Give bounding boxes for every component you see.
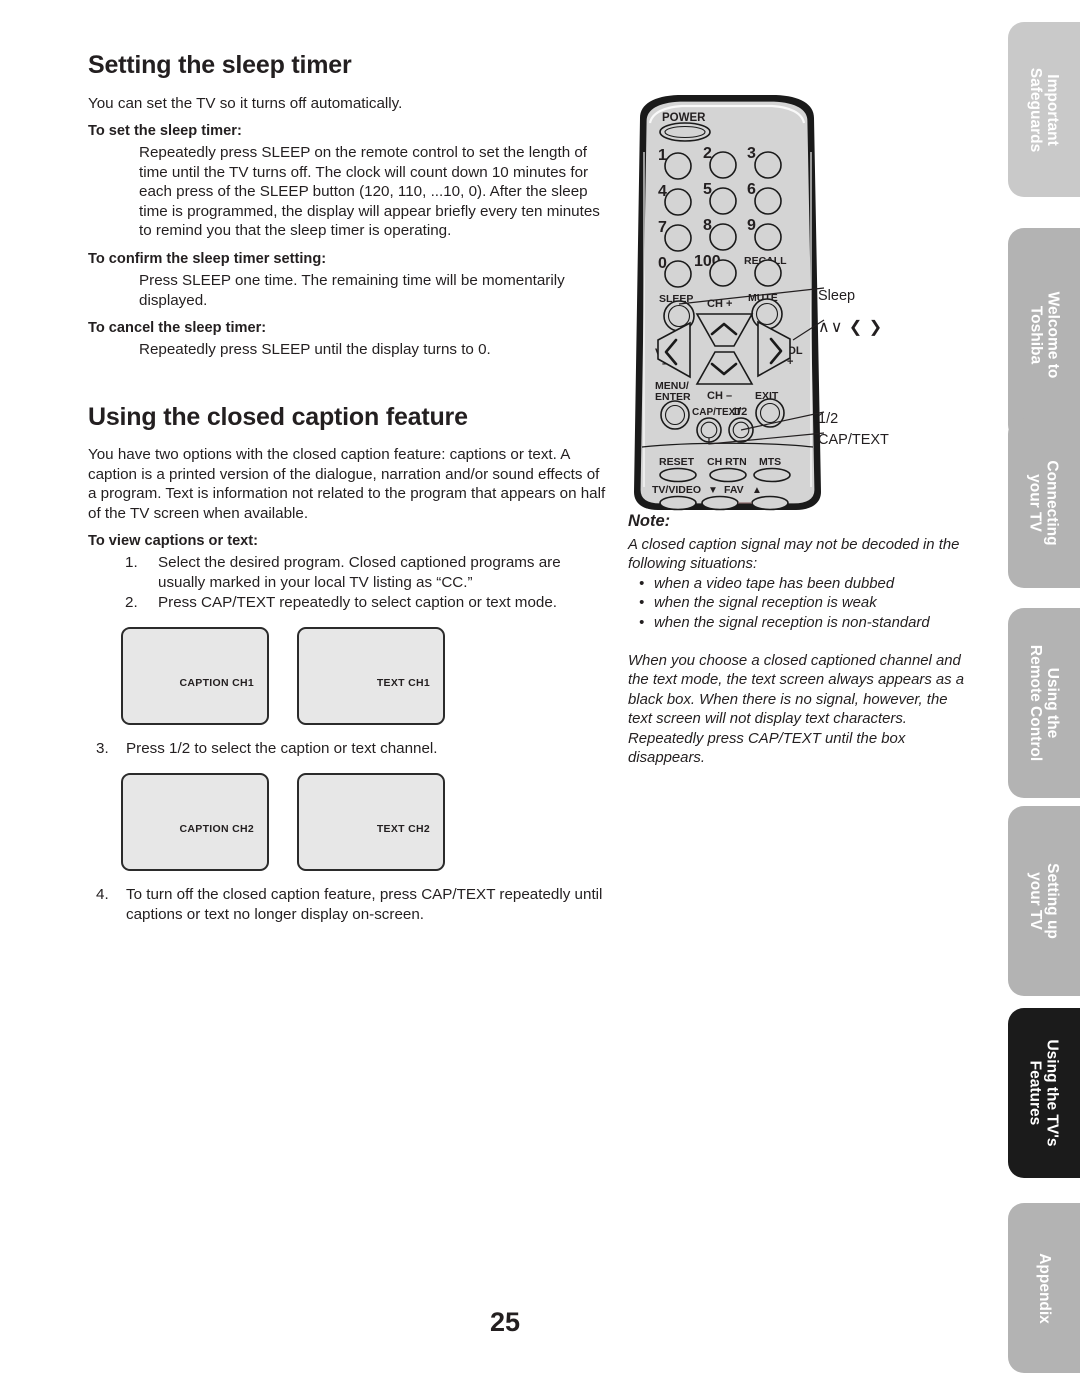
subhead-view-captions: To view captions or text: [88, 533, 259, 550]
tvvideo-label: TV/VIDEO [652, 484, 701, 496]
list-item: when the signal reception is weak [628, 594, 968, 614]
mts-button [753, 467, 791, 483]
note-paragraph-2: When you choose a closed captioned chann… [628, 653, 965, 767]
key-4 [664, 188, 692, 216]
key-2 [709, 151, 737, 179]
key-100 [709, 259, 737, 287]
recall-button [754, 259, 782, 287]
step-number: 3. [96, 740, 109, 758]
callout-arrow-keys: ∧∨ ❮ ❯ [818, 319, 884, 336]
tv-screen-label: CAPTION CH1 [179, 677, 254, 690]
fav-label: FAV [724, 484, 744, 496]
sidebar-item-important-safeguards[interactable]: Important Safeguards [1008, 22, 1080, 197]
step-text: To turn off the closed caption feature, … [126, 886, 603, 924]
key-0 [664, 260, 692, 288]
sidebar-item-label: Connecting your TV [1027, 460, 1061, 546]
note-title: Note: [628, 512, 671, 530]
section-tab-rail: Important Safeguards Welcome to Toshiba Co… [988, 0, 1080, 1397]
sidebar-item-using-the-remote-control[interactable]: Using the Remote Control [1008, 608, 1080, 798]
fav-down-button [701, 495, 739, 511]
fav-up-icon: ▲ [752, 485, 762, 496]
note-bullet-list: when a video tape has been dubbed when t… [628, 575, 968, 634]
step-3: 3. Press 1/2 to select the caption or te… [88, 739, 608, 759]
tv-screen-row-ch2: CAPTION CH2 TEXT CH2 [121, 773, 608, 872]
note-block: Note: A closed caption signal may not be… [628, 512, 968, 768]
key-5 [709, 187, 737, 215]
closed-caption-intro: You have two options with the closed cap… [88, 446, 606, 522]
sidebar-item-label: Important Safeguards [1027, 67, 1062, 152]
tv-screen-label: CAPTION CH2 [179, 823, 254, 836]
step-number: 1. [125, 554, 138, 572]
callout-sleep: Sleep [818, 288, 856, 304]
list-item: when a video tape has been dubbed [628, 575, 968, 595]
tv-screen-text-ch2: TEXT CH2 [297, 773, 445, 872]
sidebar-item-label: Welcome to Toshiba [1027, 291, 1062, 378]
ch-down-label: CH – [707, 390, 732, 402]
text-cancel-sleep-timer: Repeatedly press SLEEP until the display… [139, 341, 491, 359]
page-title-closed-caption: Using the closed caption feature [88, 402, 468, 431]
key-label-9: 9 [747, 217, 756, 234]
mts-label: MTS [759, 456, 781, 468]
key-3 [754, 151, 782, 179]
page-number: 25 [489, 1307, 521, 1337]
sidebar-item-setting-up-your-tv[interactable]: Setting up your TV [1008, 806, 1080, 996]
page-title-sleep-timer: Setting the sleep timer [88, 51, 352, 79]
key-label-6: 6 [747, 181, 756, 198]
text-set-sleep-timer: Repeatedly press SLEEP on the remote con… [139, 144, 600, 240]
sidebar-item-appendix[interactable]: Appendix [1008, 1203, 1080, 1373]
list-item: 1. Select the desired program. Closed ca… [88, 553, 608, 593]
tv-screen-row-ch1: CAPTION CH1 TEXT CH1 [121, 627, 608, 726]
power-label: POWER [662, 112, 706, 124]
sidebar-item-connecting-your-tv[interactable]: Connecting your TV [1008, 418, 1080, 588]
step-4: 4. To turn off the closed caption featur… [88, 885, 608, 925]
ch-up-label: CH + [707, 298, 732, 310]
half-label: 1/2 [732, 406, 747, 418]
sidebar-item-label: Using the TV's Features [1027, 1039, 1062, 1147]
step-number: 4. [96, 886, 109, 904]
step-text: Press CAP/TEXT repeatedly to select capt… [158, 594, 557, 612]
ch-rtn-button [709, 467, 747, 483]
key-9 [754, 223, 782, 251]
captext-button [696, 417, 722, 443]
half-button [728, 417, 754, 443]
reset-label: RESET [659, 456, 695, 468]
step-number: 2. [125, 594, 138, 612]
list-item: when the signal reception is non-standar… [628, 614, 968, 634]
key-7 [664, 224, 692, 252]
subhead-set-sleep-timer: To set the sleep timer: [88, 123, 242, 139]
callout-captext-button: CAP/TEXT [818, 432, 889, 448]
sidebar-item-welcome-to-toshiba[interactable]: Welcome to Toshiba [1008, 228, 1080, 441]
fav-down-icon: ▼ [708, 485, 718, 496]
text-confirm-sleep-timer: Press SLEEP one time. The remaining time… [139, 271, 565, 309]
tv-screen-text-ch1: TEXT CH1 [297, 627, 445, 726]
reset-button [659, 467, 697, 483]
step-text: Press 1/2 to select the caption or text … [126, 740, 438, 758]
power-button [659, 122, 711, 142]
key-6 [754, 187, 782, 215]
sidebar-item-label: Using the Remote Control [1027, 644, 1061, 762]
sidebar-item-using-the-tvs-features[interactable]: Using the TV's Features [1008, 1008, 1080, 1178]
sleep-timer-intro: You can set the TV so it turns off autom… [88, 94, 403, 112]
tv-screen-label: TEXT CH1 [376, 677, 430, 690]
key-1 [664, 152, 692, 180]
tv-video-button [659, 495, 697, 511]
subhead-cancel-sleep-timer: To cancel the sleep timer: [88, 320, 267, 337]
main-content: Setting the sleep timer You can set the … [88, 51, 608, 925]
tv-screen-caption-ch2: CAPTION CH2 [121, 773, 269, 872]
key-8 [709, 223, 737, 251]
closed-caption-steps: 1. Select the desired program. Closed ca… [88, 553, 608, 613]
chrtn-label: CH RTN [707, 456, 747, 468]
remote-control-diagram: .rt { font-family:"Liberation Sans", san… [628, 92, 843, 512]
fav-up-button [751, 495, 789, 511]
note-paragraph-1: A closed caption signal may not be decod… [628, 537, 960, 573]
sidebar-item-label: Setting up your TV [1027, 863, 1061, 939]
tv-screen-label: TEXT CH2 [376, 823, 430, 836]
callout-half-button: 1/2 [818, 411, 839, 427]
step-text: Select the desired program. Closed capti… [158, 554, 561, 592]
subhead-confirm-sleep-timer: To confirm the sleep timer setting: [88, 250, 327, 267]
key-label-3: 3 [747, 145, 756, 162]
tv-screen-caption-ch1: CAPTION CH1 [121, 627, 269, 726]
list-item: 2. Press CAP/TEXT repeatedly to select c… [88, 593, 608, 613]
